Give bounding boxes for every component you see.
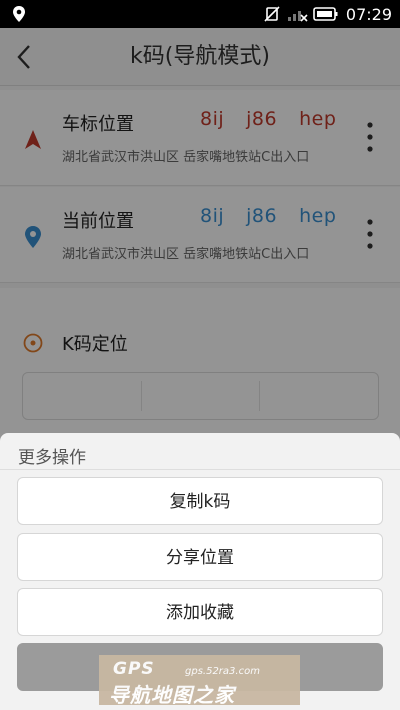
add-favorite-button[interactable]: 添加收藏 bbox=[17, 588, 383, 636]
watermark-site-name: 导航地图之家 bbox=[109, 683, 235, 707]
share-location-button[interactable]: 分享位置 bbox=[17, 533, 383, 581]
watermark: GPS gps.52ra3.com 导航地图之家 bbox=[99, 655, 300, 707]
divider bbox=[0, 469, 400, 470]
vibrate-icon bbox=[264, 6, 280, 22]
watermark-brand: GPS bbox=[113, 659, 155, 679]
watermark-url: gps.52ra3.com bbox=[185, 666, 260, 677]
signal-icon bbox=[287, 11, 308, 22]
location-icon bbox=[13, 6, 25, 22]
sheet-title: 更多操作 bbox=[18, 448, 86, 468]
clock: 07:29 bbox=[345, 4, 392, 24]
battery-icon bbox=[313, 7, 338, 21]
system-icons: 07:29 bbox=[263, 0, 392, 28]
copy-k-code-button[interactable]: 复制k码 bbox=[17, 477, 383, 525]
status-bar: 07:29 bbox=[0, 0, 400, 28]
